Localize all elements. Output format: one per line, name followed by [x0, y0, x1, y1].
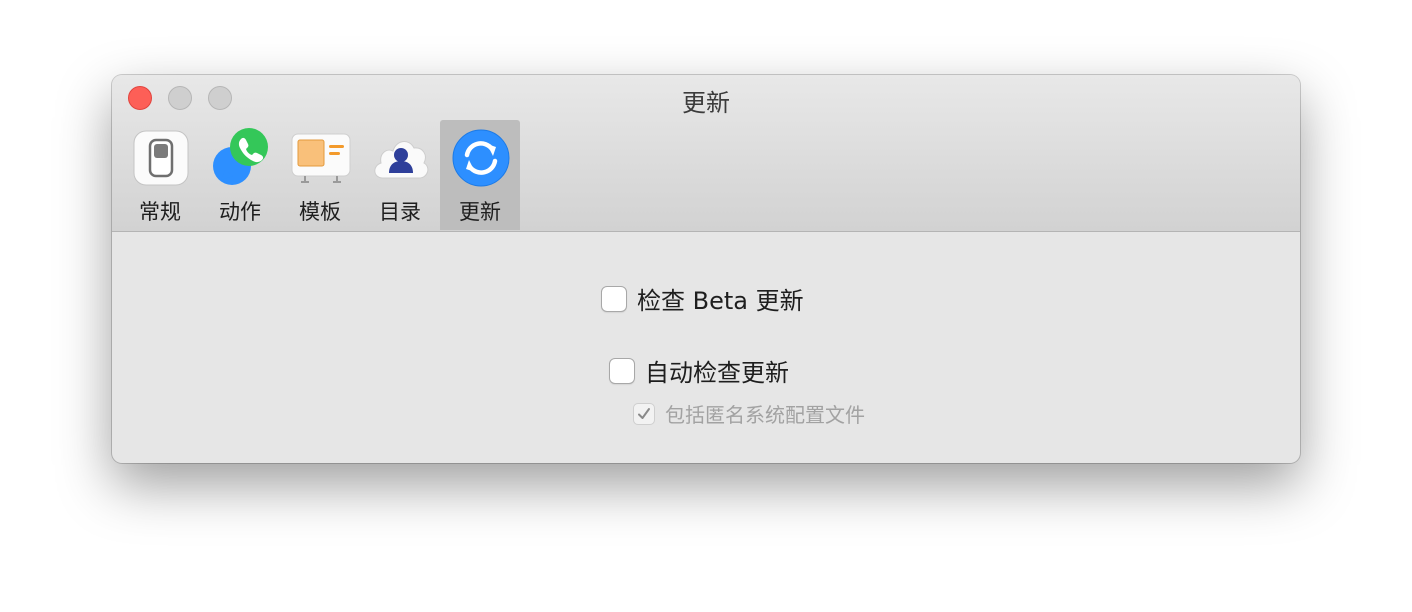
tab-templates[interactable]: 模板 — [280, 120, 360, 230]
check-beta-label: 检查 Beta 更新 — [637, 287, 804, 315]
contacts-icon — [374, 141, 429, 179]
auto-check-row: 自动检查更新 — [609, 353, 789, 388]
tab-update[interactable]: 更新 — [440, 120, 520, 230]
refresh-icon — [452, 129, 510, 187]
switch-icon — [133, 130, 189, 186]
checkmark-icon — [638, 407, 650, 419]
tab-directory-label: 目录 — [379, 200, 421, 224]
window-title: 更新 — [682, 89, 730, 117]
update-settings-pane: 检查 Beta 更新 自动检查更新 包括匿名系统配置文件 — [112, 232, 1300, 463]
title-bar: 更新 常规 动作 模板 目录 更新 — [112, 75, 1300, 232]
include-profile-checkbox[interactable] — [633, 402, 655, 425]
template-icon — [291, 133, 351, 183]
phone-chat-icon — [213, 128, 268, 185]
tab-general[interactable]: 常规 — [120, 120, 200, 230]
include-profile-label: 包括匿名系统配置文件 — [665, 403, 865, 427]
auto-check-label: 自动检查更新 — [645, 359, 789, 387]
tab-update-label: 更新 — [459, 200, 501, 224]
check-beta-row: 检查 Beta 更新 — [601, 281, 804, 316]
include-profile-row: 包括匿名系统配置文件 — [633, 399, 865, 428]
tab-actions-label: 动作 — [219, 200, 261, 224]
tab-templates-label: 模板 — [299, 200, 341, 224]
tab-directory[interactable]: 目录 — [360, 120, 440, 230]
check-beta-checkbox[interactable] — [601, 285, 627, 312]
tab-general-label: 常规 — [139, 200, 181, 224]
preferences-window: 更新 常规 动作 模板 目录 更新 检查 Beta 更新 自动检查更新 包括匿名… — [112, 75, 1300, 463]
tab-actions[interactable]: 动作 — [200, 120, 280, 230]
auto-check-checkbox[interactable] — [609, 357, 635, 384]
